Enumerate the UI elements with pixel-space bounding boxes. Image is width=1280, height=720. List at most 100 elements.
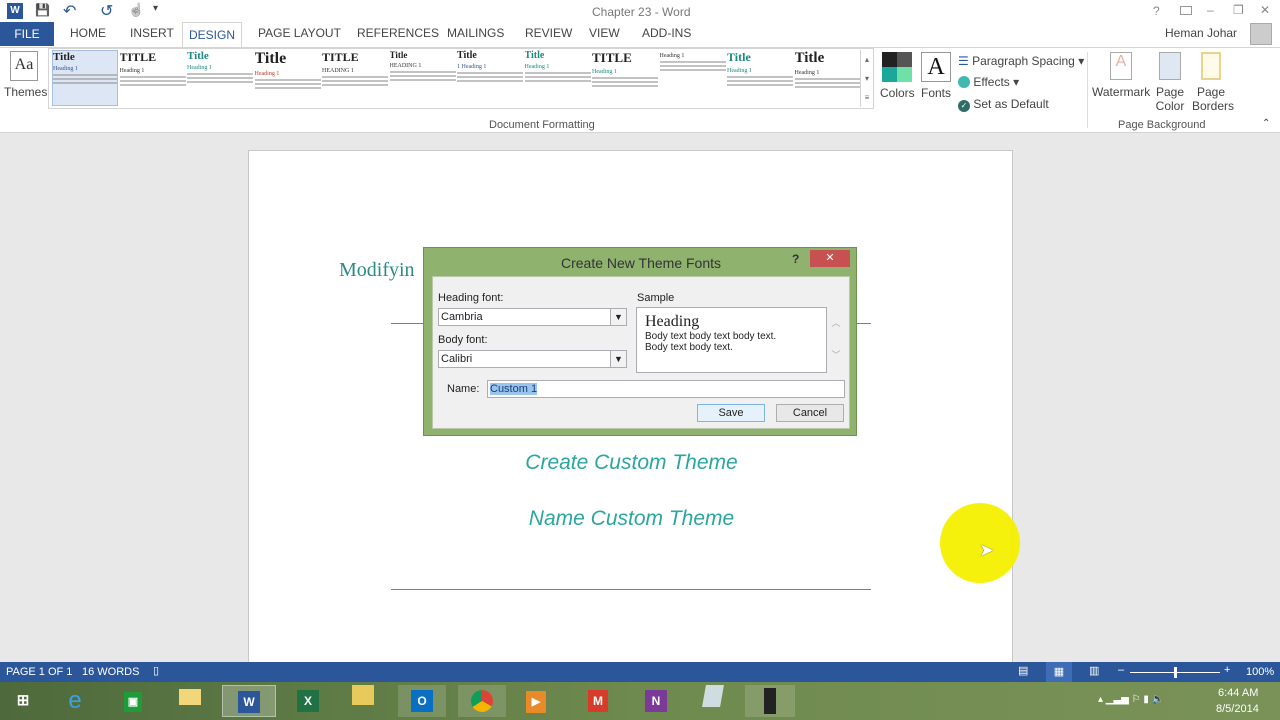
style-set-heading: HEADING 1 — [389, 63, 422, 69]
file-manager-icon[interactable] — [345, 685, 381, 717]
page-count[interactable]: PAGE 1 OF 1 — [6, 666, 72, 678]
name-label: Name: — [447, 383, 480, 395]
web-layout-icon[interactable]: ▥ — [1089, 664, 1099, 677]
restore-button[interactable]: ❐ — [1233, 3, 1244, 17]
save-button[interactable]: Save — [697, 404, 765, 422]
effects-button[interactable]: Effects ▾ — [958, 75, 1019, 89]
doc-divider — [391, 589, 871, 590]
sample-preview: Heading Body text body text body text. B… — [636, 307, 827, 373]
style-set-item[interactable]: Title Heading 1 — [794, 50, 861, 106]
cancel-button[interactable]: Cancel — [776, 404, 844, 422]
name-input[interactable]: Custom 1 — [487, 380, 845, 398]
sample-scrollbar[interactable]: ︿ ﹀ — [829, 307, 843, 373]
save-icon[interactable]: 💾 — [35, 3, 50, 17]
style-set-item[interactable]: Title Heading 1 — [727, 50, 793, 106]
tab-page-layout[interactable]: PAGE LAYOUT — [258, 26, 341, 40]
tab-file[interactable]: FILE — [0, 22, 54, 46]
word-count[interactable]: 16 WORDS — [82, 666, 139, 678]
office-app-icon[interactable]: M — [580, 685, 616, 717]
tab-review[interactable]: REVIEW — [525, 26, 572, 40]
fonts-button[interactable]: A Fonts — [918, 52, 954, 100]
gallery-scroll[interactable]: ▴ ▾ ≡ — [860, 50, 873, 107]
style-set-heading: Heading 1 — [119, 68, 145, 74]
help-icon[interactable]: ? — [1153, 4, 1160, 18]
touch-mode-icon[interactable]: ☝ — [128, 2, 144, 18]
page-color-button[interactable]: Page Color — [1152, 52, 1188, 113]
heading-font-select[interactable]: Cambria ▼ — [438, 308, 627, 326]
page-borders-button[interactable]: Page Borders — [1192, 52, 1234, 113]
onenote-icon[interactable]: N — [638, 685, 674, 717]
watermark-button[interactable]: A Watermark — [1092, 52, 1150, 99]
chevron-down-icon[interactable]: ▼ — [610, 309, 626, 325]
chrome-icon[interactable] — [458, 685, 506, 717]
tab-add-ins[interactable]: ADD-INS — [642, 26, 691, 40]
style-set-item[interactable]: Heading 1 — [659, 50, 726, 106]
set-as-default-button[interactable]: ✓ Set as Default — [958, 97, 1049, 112]
media-player-icon[interactable]: ▶ — [518, 685, 554, 717]
paragraph-spacing-button[interactable]: ☰ Paragraph Spacing ▾ — [958, 54, 1084, 68]
tab-insert[interactable]: INSERT — [130, 26, 174, 40]
ribbon-display-icon[interactable] — [1180, 6, 1192, 15]
tab-view[interactable]: VIEW — [589, 26, 620, 40]
sample-label: Sample — [637, 292, 675, 304]
internet-explorer-icon[interactable]: e — [57, 685, 93, 717]
zoom-in-button[interactable]: + — [1224, 664, 1230, 676]
undo-icon[interactable]: ↶ — [63, 1, 76, 21]
dialog-help-button[interactable]: ? — [792, 252, 799, 266]
style-set-heading: Heading 1 — [254, 71, 280, 77]
clock-time[interactable]: 6:44 AM — [1218, 687, 1258, 699]
chevron-down-icon[interactable]: ▼ — [610, 351, 626, 367]
doc-line-create-custom-theme[interactable]: Create Custom Theme — [249, 451, 1014, 475]
avatar[interactable] — [1250, 23, 1272, 45]
tab-home[interactable]: HOME — [70, 26, 106, 40]
customize-qat-icon[interactable]: ▾ — [153, 3, 158, 14]
mouse-cursor-icon: ➤ — [979, 540, 995, 560]
style-set-item[interactable]: TITLE Heading 1 — [592, 50, 658, 106]
style-set-item[interactable]: TITLE Heading 1 — [119, 50, 186, 106]
explorer-icon[interactable] — [172, 685, 208, 717]
notes-icon[interactable] — [695, 685, 731, 717]
store-icon[interactable]: ▣ — [115, 685, 151, 717]
colors-button[interactable]: Colors — [880, 52, 915, 100]
style-set-title: Title — [727, 50, 751, 64]
dialog-close-button[interactable]: ✕ — [810, 250, 850, 267]
zoom-out-button[interactable]: – — [1118, 664, 1124, 676]
tab-design[interactable]: DESIGN — [182, 22, 242, 48]
check-icon: ✓ — [958, 100, 970, 112]
style-set-heading: Heading 1 — [659, 53, 685, 59]
print-layout-icon[interactable]: ▦ — [1046, 662, 1072, 682]
zoom-slider-thumb[interactable] — [1174, 667, 1177, 678]
doc-heading[interactable]: Modifyin — [339, 259, 415, 282]
zoom-level[interactable]: 100% — [1246, 666, 1274, 678]
zoom-slider[interactable] — [1130, 667, 1220, 678]
style-set-heading: 1 Heading 1 — [457, 64, 487, 70]
themes-button[interactable]: Aa Themes — [4, 51, 47, 111]
redo-icon[interactable]: ↺ — [100, 1, 113, 21]
start-button[interactable]: ⊞ — [5, 685, 41, 717]
clock-date[interactable]: 8/5/2014 — [1216, 703, 1259, 715]
system-tray-icons[interactable]: ▴ ▁▃▅ ⚐ ▮ 🔈 — [1098, 694, 1164, 705]
doc-line-name-custom-theme[interactable]: Name Custom Theme — [249, 507, 1014, 531]
style-set-item[interactable]: Title 1 Heading 1 — [457, 50, 523, 106]
style-set-item[interactable]: Title Heading 1 — [52, 50, 118, 106]
minimize-button[interactable]: – — [1207, 3, 1214, 17]
style-set-item[interactable]: Title Heading 1 — [254, 50, 321, 106]
style-set-item[interactable]: Title HEADING 1 — [389, 50, 456, 106]
proofing-icon[interactable]: ▯ — [153, 664, 159, 677]
tab-references[interactable]: REFERENCES — [357, 26, 439, 40]
create-theme-fonts-dialog: Create New Theme Fonts ? ✕ Heading font:… — [423, 247, 857, 436]
camera-recorder-icon[interactable] — [745, 685, 795, 717]
outlook-icon[interactable]: O — [398, 685, 446, 717]
style-set-item[interactable]: TITLE HEADING 1 — [322, 50, 388, 106]
style-set-title: TITLE — [119, 50, 157, 64]
style-set-item[interactable]: Title Heading 1 — [187, 50, 253, 106]
user-name[interactable]: Heman Johar — [1165, 26, 1237, 40]
style-set-item[interactable]: Title Heading 1 — [524, 50, 591, 106]
close-button[interactable]: ✕ — [1260, 3, 1270, 17]
excel-icon[interactable]: X — [290, 685, 326, 717]
body-font-select[interactable]: Calibri ▼ — [438, 350, 627, 368]
read-mode-icon[interactable]: ▤ — [1018, 664, 1028, 677]
collapse-ribbon-icon[interactable]: ⌃ — [1262, 118, 1270, 129]
word-taskbar-icon[interactable]: W — [222, 685, 276, 717]
tab-mailings[interactable]: MAILINGS — [447, 26, 504, 40]
